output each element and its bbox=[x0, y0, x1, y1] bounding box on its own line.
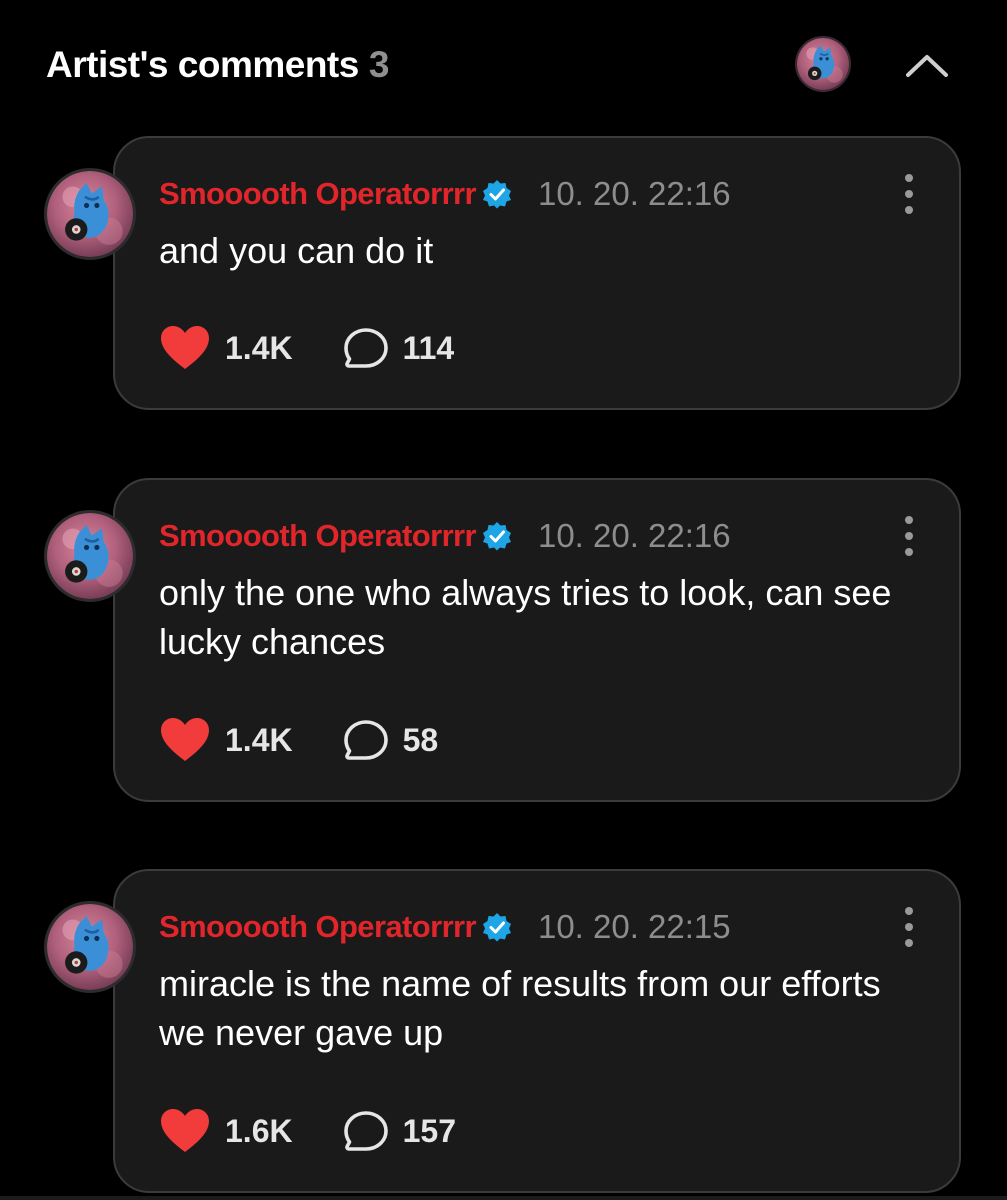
reply-button[interactable]: 114 bbox=[343, 327, 455, 369]
comment-card: Smooooth Operatorrrr 10. 20. 22:16 only … bbox=[113, 478, 961, 802]
reply-button[interactable]: 157 bbox=[343, 1110, 456, 1152]
comment-card: Smooooth Operatorrrr 10. 20. 22:16 and y… bbox=[113, 136, 961, 410]
comment-timestamp: 10. 20. 22:15 bbox=[537, 908, 731, 945]
comment-item: Smooooth Operatorrrr 10. 20. 22:15 mirac… bbox=[0, 869, 1007, 1193]
comment-timestamp: 10. 20. 22:16 bbox=[537, 175, 731, 212]
author-avatar[interactable] bbox=[44, 901, 136, 993]
kebab-dot bbox=[905, 532, 913, 540]
artist-avatar[interactable] bbox=[795, 36, 851, 92]
comment-actions: 1.4K 114 bbox=[159, 322, 454, 374]
like-count: 1.4K bbox=[225, 721, 293, 758]
comment-actions: 1.4K 58 bbox=[159, 714, 438, 766]
section-title-text: Artist's comments bbox=[46, 44, 359, 85]
author-name[interactable]: Smooooth Operatorrrr bbox=[159, 518, 477, 554]
verified-badge-icon bbox=[482, 180, 511, 209]
heart-icon bbox=[161, 1109, 209, 1152]
speech-bubble-icon bbox=[343, 1111, 388, 1151]
author-avatar[interactable] bbox=[44, 510, 136, 602]
speech-bubble-icon bbox=[343, 328, 388, 368]
kebab-dot bbox=[905, 939, 913, 947]
comment-item: Smooooth Operatorrrr 10. 20. 22:16 only … bbox=[0, 478, 1007, 802]
comment-count: 3 bbox=[368, 44, 390, 85]
verified-badge-icon bbox=[482, 522, 511, 551]
kebab-dot bbox=[905, 190, 913, 198]
author-name[interactable]: Smooooth Operatorrrr bbox=[159, 909, 477, 945]
reply-count: 58 bbox=[402, 721, 439, 758]
comment-meta: Smooooth Operatorrrr 10. 20. 22:16 bbox=[159, 514, 731, 558]
kebab-menu-icon bbox=[905, 907, 913, 915]
collapse-button[interactable] bbox=[900, 38, 954, 92]
like-button[interactable]: 1.4K bbox=[159, 325, 293, 371]
like-count: 1.4K bbox=[225, 329, 293, 366]
comment-item: Smooooth Operatorrrr 10. 20. 22:16 and y… bbox=[0, 136, 1007, 410]
kebab-dot bbox=[905, 923, 913, 931]
more-options-button[interactable] bbox=[899, 516, 919, 556]
divider bbox=[0, 1196, 1007, 1200]
kebab-menu-icon bbox=[905, 516, 913, 524]
like-button[interactable]: 1.4K bbox=[159, 717, 293, 763]
artist-comments-panel: Artist's comments 3 Smooooth Operatorrrr … bbox=[0, 0, 1007, 1200]
comment-card: Smooooth Operatorrrr 10. 20. 22:15 mirac… bbox=[113, 869, 961, 1193]
kebab-menu-icon bbox=[905, 174, 913, 182]
reply-button[interactable]: 58 bbox=[343, 719, 439, 761]
section-title: Artist's comments 3 bbox=[46, 44, 389, 86]
speech-bubble-icon bbox=[343, 720, 388, 760]
comment-text: only the one who always tries to look, c… bbox=[159, 572, 892, 662]
author-avatar[interactable] bbox=[44, 168, 136, 260]
reply-count: 114 bbox=[402, 329, 455, 366]
heart-icon bbox=[161, 718, 209, 761]
comments-header: Artist's comments 3 bbox=[0, 0, 1007, 130]
comment-actions: 1.6K 157 bbox=[159, 1105, 456, 1157]
like-count: 1.6K bbox=[225, 1112, 293, 1149]
more-options-button[interactable] bbox=[899, 907, 919, 947]
comment-meta: Smooooth Operatorrrr 10. 20. 22:16 bbox=[159, 172, 731, 216]
comment-text: miracle is the name of results from our … bbox=[159, 963, 881, 1053]
heart-icon bbox=[161, 326, 209, 369]
chevron-up-icon bbox=[906, 55, 948, 77]
like-button[interactable]: 1.6K bbox=[159, 1108, 293, 1154]
comment-meta: Smooooth Operatorrrr 10. 20. 22:15 bbox=[159, 905, 731, 949]
author-name[interactable]: Smooooth Operatorrrr bbox=[159, 176, 477, 212]
comment-timestamp: 10. 20. 22:16 bbox=[537, 517, 731, 554]
kebab-dot bbox=[905, 548, 913, 556]
more-options-button[interactable] bbox=[899, 174, 919, 214]
verified-badge-icon bbox=[482, 913, 511, 942]
comment-text: and you can do it bbox=[159, 230, 434, 271]
kebab-dot bbox=[905, 206, 913, 214]
reply-count: 157 bbox=[402, 1112, 456, 1149]
